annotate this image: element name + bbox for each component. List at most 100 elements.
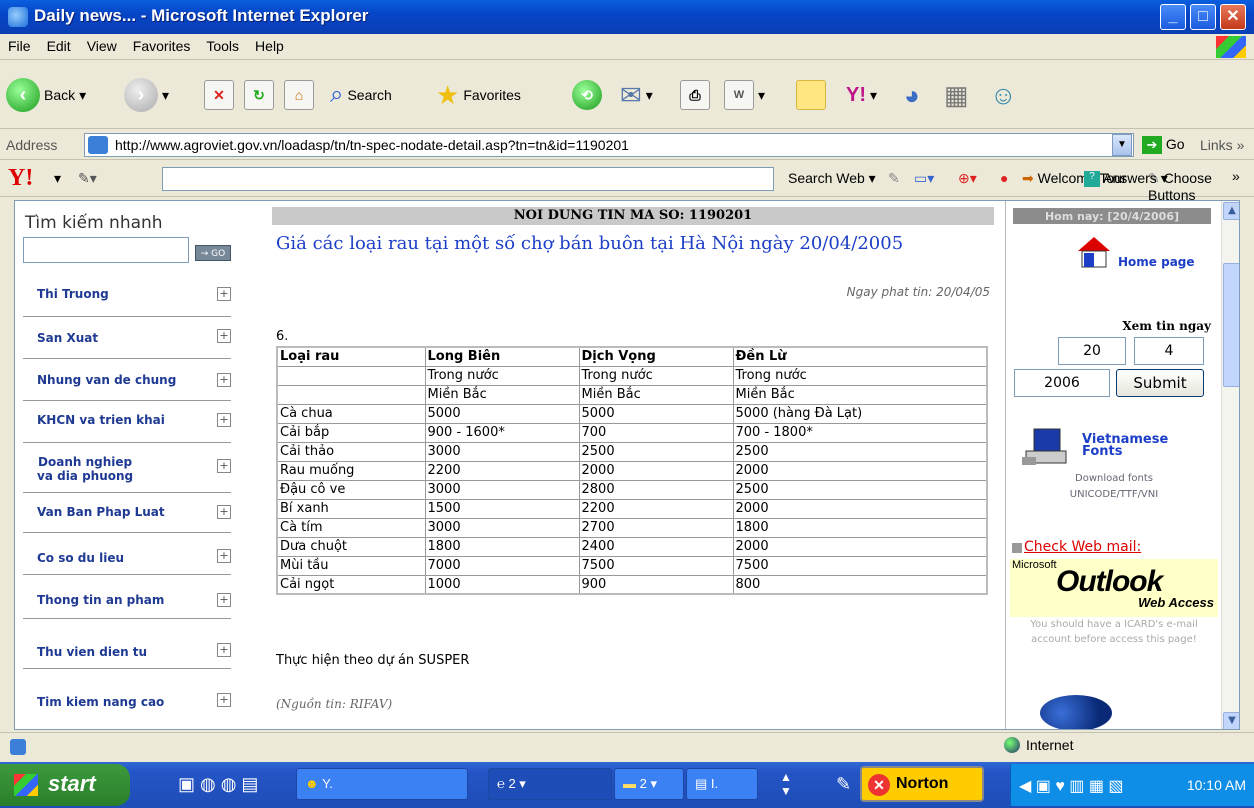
quick-search-input[interactable] <box>23 237 189 263</box>
download-fonts-link[interactable]: Download fonts UNICODE/TTF/VNI <box>1006 471 1222 503</box>
bookmark-icon[interactable]: ▭▾ <box>914 170 934 187</box>
page-status-icon <box>10 739 26 755</box>
media-button[interactable]: ▦ <box>944 75 969 115</box>
search-web-button[interactable]: Search Web ▾ <box>788 170 876 187</box>
bullet-icon <box>1012 543 1022 553</box>
back-button[interactable]: ‹ Back ▾ <box>6 75 86 115</box>
search-button[interactable]: ⌕ Search <box>330 75 392 115</box>
firefox-icon[interactable]: ● <box>1000 170 1008 186</box>
task-folder-group[interactable]: ▬ 2 ▾ <box>614 768 684 800</box>
people-icon: ☺ <box>990 79 1017 110</box>
task-label: 2 <box>639 776 647 791</box>
print-button[interactable]: ⎙ <box>680 75 710 115</box>
pencil-icon[interactable]: ✎▾ <box>78 170 97 187</box>
expand-icon[interactable]: + <box>217 549 231 563</box>
history-button[interactable]: ⟲ <box>572 75 602 115</box>
nav-san-xuat[interactable]: San Xuat + <box>23 317 231 359</box>
expand-icon[interactable]: + <box>217 413 231 427</box>
scroll-thumb[interactable] <box>1223 263 1239 387</box>
day-input[interactable]: 20 <box>1058 337 1126 365</box>
edit-button[interactable]: W ▾ <box>724 75 765 115</box>
nav-nhung-van-de-chung[interactable]: Nhung van de chung + <box>23 359 231 401</box>
menu-edit[interactable]: Edit <box>39 34 79 58</box>
web-access-label: Web Access <box>1138 595 1214 610</box>
month-input[interactable]: 4 <box>1134 337 1204 365</box>
check-webmail-link[interactable]: Check Web mail: <box>1024 539 1141 555</box>
nav-khcn[interactable]: KHCN va trien khai + <box>23 401 231 443</box>
quick-launch[interactable]: ▣ ◍ ◍ ▤ <box>178 774 258 795</box>
year-input[interactable]: 2006 <box>1014 369 1110 397</box>
nav-doanh-nghiep[interactable]: Doanh nghiep va dia phuong + <box>23 443 231 493</box>
nav-thu-vien-dien-tu[interactable]: Thu vien dien tu + <box>23 619 231 669</box>
toolbar-chevron-icon[interactable]: » <box>1232 168 1240 184</box>
scroll-down-button[interactable]: ▼ <box>1223 712 1239 729</box>
notes-button[interactable] <box>796 75 826 115</box>
nav-thi-truong[interactable]: Thi Truong + <box>23 279 231 317</box>
quick-search-go-button[interactable]: → GO <box>195 245 231 261</box>
expand-icon[interactable]: + <box>217 505 231 519</box>
forward-button[interactable]: › ▾ <box>124 75 169 115</box>
task-ie-group[interactable]: ℮ 2 ▾ <box>488 768 612 800</box>
go-button[interactable]: ➔ Go <box>1142 136 1185 155</box>
taskbar-scroll-icon[interactable]: ▲ ▼ <box>780 770 792 798</box>
scroll-up-button[interactable]: ▲ <box>1223 202 1239 220</box>
menu-help[interactable]: Help <box>247 34 292 58</box>
stop-button[interactable]: ✕ <box>204 75 234 115</box>
title-bar[interactable]: Daily news... - Microsoft Internet Explo… <box>0 0 1254 34</box>
expand-icon[interactable]: + <box>217 693 231 707</box>
windows-flag-icon <box>14 774 38 796</box>
tray-icons[interactable]: ◀ ▣ ♥ ▥ ▦ ▧ <box>1019 776 1124 796</box>
minimize-button[interactable]: _ <box>1160 4 1186 30</box>
expand-icon[interactable]: + <box>217 329 231 343</box>
table-subheader-row: Trong nước Trong nước Trong nước <box>276 365 988 386</box>
favorites-button[interactable]: ★ Favorites <box>436 75 521 115</box>
maximize-button[interactable]: □ <box>1190 4 1216 30</box>
nav-van-ban-phap-luat[interactable]: Van Ban Phap Luat + <box>23 493 231 533</box>
task-word[interactable]: ▤ I. <box>686 768 758 800</box>
close-button[interactable]: ✕ <box>1220 4 1246 30</box>
answers-button[interactable]: ? Answers ▾ <box>1084 170 1168 188</box>
start-button[interactable]: start <box>0 764 130 806</box>
yahoo-search-input[interactable] <box>162 167 774 191</box>
highlight-icon[interactable]: ✎ <box>888 170 900 187</box>
target-icon[interactable]: ⊕▾ <box>958 170 977 187</box>
yahoo-logo[interactable]: Y! <box>8 165 33 192</box>
mail-button[interactable]: ✉ ▾ <box>620 75 653 115</box>
expand-icon[interactable]: + <box>217 287 231 301</box>
home-page-link[interactable]: Home page <box>1076 235 1206 275</box>
expand-icon[interactable]: + <box>217 593 231 607</box>
menu-favorites[interactable]: Favorites <box>125 34 199 58</box>
nav-tim-kiem-nang-cao[interactable]: Tim kiem nang cao + <box>23 669 231 725</box>
internet-explorer-icon[interactable] <box>1040 695 1112 729</box>
research-button[interactable]: ◕ <box>904 75 920 115</box>
vertical-scrollbar[interactable]: ▲ ▼ <box>1221 201 1239 729</box>
address-input[interactable]: http://www.agroviet.gov.vn/loadasp/tn/tn… <box>84 133 1134 157</box>
norton-button[interactable]: ✕ Norton <box>860 766 984 802</box>
home-icon: ⌂ <box>284 80 314 110</box>
expand-icon[interactable]: + <box>217 459 231 473</box>
yahoo-menu-arrow[interactable]: ▾ <box>54 170 61 187</box>
nav-thong-tin-an-pham[interactable]: Thong tin an pham + <box>23 575 231 619</box>
nav-co-so-du-lieu[interactable]: Co so du lieu + <box>23 533 231 575</box>
table-row: Cải ngọt 1000 900 800 <box>276 574 988 595</box>
address-dropdown[interactable]: ▼ <box>1112 134 1132 156</box>
table-cell: Mùi tầu <box>276 555 426 576</box>
expand-icon[interactable]: + <box>217 373 231 387</box>
links-button[interactable]: Links » <box>1200 137 1244 153</box>
messenger-button[interactable]: Y! ▾ <box>846 75 877 115</box>
refresh-button[interactable]: ↻ <box>244 75 274 115</box>
menu-file[interactable]: File <box>0 34 39 58</box>
word-task-icon: ▤ <box>695 776 708 791</box>
expand-icon[interactable]: + <box>217 643 231 657</box>
outlook-web-access-banner[interactable]: Microsoft Outlook Web Access <box>1010 559 1218 617</box>
media-icon: ▦ <box>944 79 969 110</box>
vietnamese-fonts-link[interactable]: Vietnamese Fonts <box>1082 433 1168 458</box>
table-cell: Rau muống <box>276 460 426 481</box>
menu-view[interactable]: View <box>79 34 125 58</box>
submit-button[interactable]: Submit <box>1116 369 1204 397</box>
messenger-people-button[interactable]: ☺ <box>990 75 1017 115</box>
home-button[interactable]: ⌂ <box>284 75 314 115</box>
pen-icon[interactable]: ✎ <box>836 774 851 795</box>
menu-tools[interactable]: Tools <box>198 34 247 58</box>
task-yahoo[interactable]: ☻ Y. <box>296 768 468 800</box>
